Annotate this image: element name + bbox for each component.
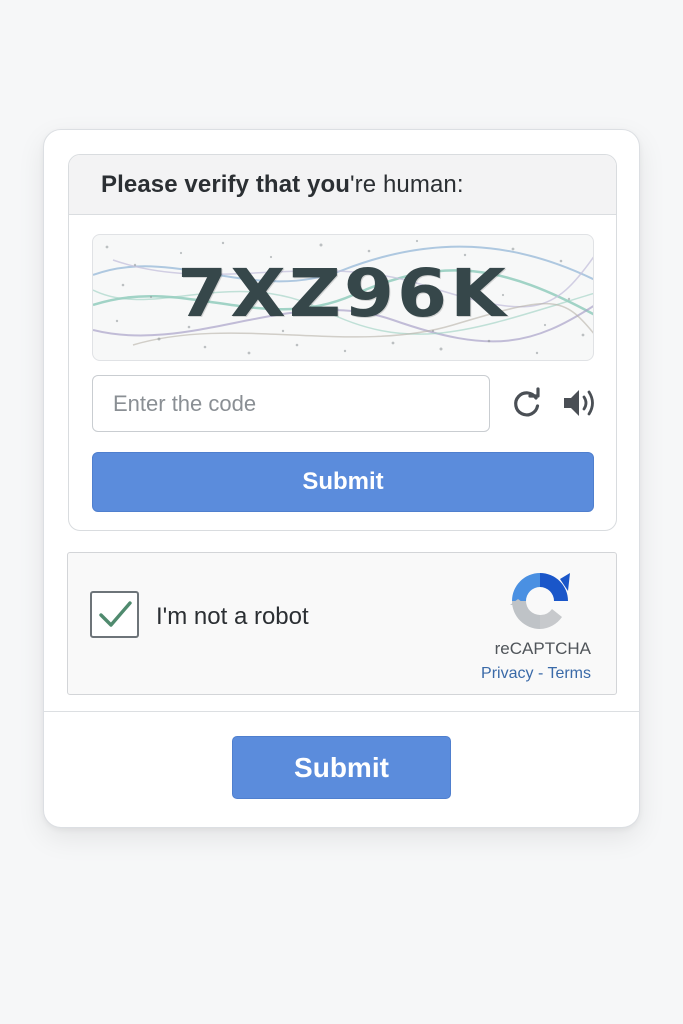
audio-captcha-button[interactable] bbox=[560, 384, 600, 422]
footer-divider bbox=[44, 711, 639, 712]
not-robot-label: I'm not a robot bbox=[156, 603, 309, 630]
refresh-icon bbox=[514, 387, 540, 417]
speaker-icon bbox=[564, 390, 594, 416]
checkmark-icon bbox=[98, 600, 132, 627]
captcha-code-input[interactable] bbox=[92, 375, 490, 432]
recaptcha-logo-icon bbox=[510, 573, 570, 629]
captcha-prompt-bold: Please verify that you bbox=[101, 171, 350, 198]
refresh-captcha-button[interactable] bbox=[508, 384, 546, 422]
terms-link[interactable]: Terms bbox=[547, 665, 591, 682]
not-robot-checkbox[interactable] bbox=[90, 591, 139, 638]
captcha-prompt: Please verify that you're human: bbox=[69, 155, 616, 215]
captcha-panel: Please verify that you're human: 7XZ96K … bbox=[68, 154, 617, 531]
recaptcha-brand: reCAPTCHA bbox=[494, 639, 591, 658]
captcha-submit-button[interactable]: Submit bbox=[92, 452, 594, 512]
verification-card: Please verify that you're human: 7XZ96K … bbox=[43, 129, 640, 828]
recaptcha-links: Privacy - Terms bbox=[481, 665, 591, 683]
captcha-image: 7XZ96K bbox=[92, 234, 594, 361]
links-separator: - bbox=[533, 665, 548, 682]
privacy-link[interactable]: Privacy bbox=[481, 665, 533, 682]
captcha-prompt-rest: 're human: bbox=[349, 171, 464, 198]
recaptcha-widget: I'm not a robot reCAPTCHA Privacy - Term… bbox=[67, 552, 617, 695]
captcha-code-text: 7XZ96K bbox=[177, 254, 509, 332]
form-submit-button[interactable]: Submit bbox=[232, 736, 451, 799]
